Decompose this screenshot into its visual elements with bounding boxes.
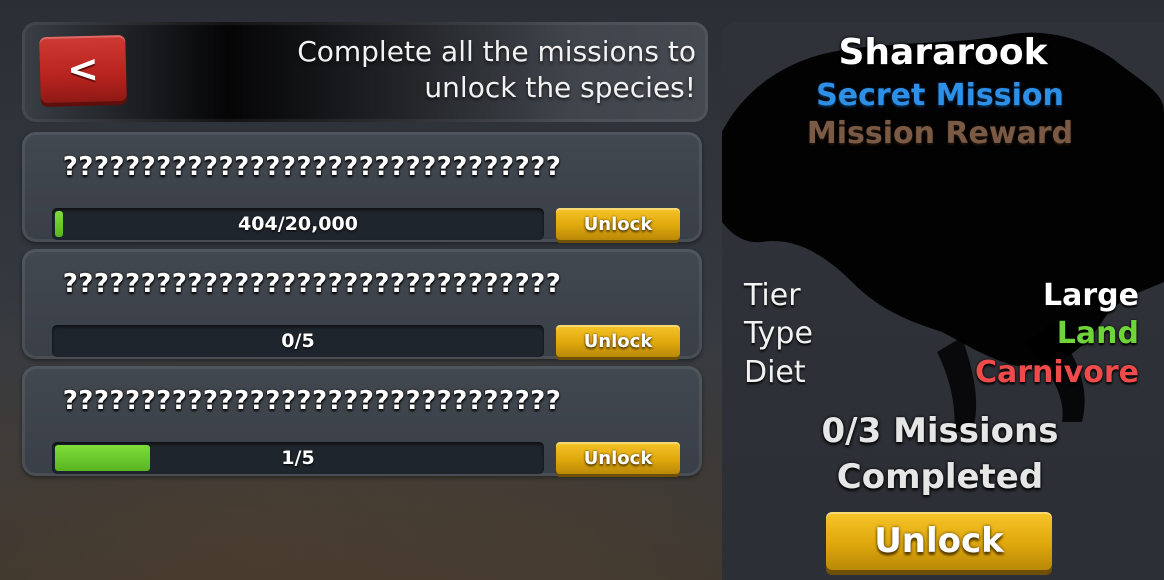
mission-card: ???????????????????????????????? 0/5 Unl… — [22, 249, 702, 359]
stat-value: Land — [1056, 315, 1139, 351]
stat-label: Type — [744, 315, 813, 351]
mission-progress-bar: 404/20,000 — [52, 208, 544, 240]
chevron-left-icon: < — [66, 46, 100, 92]
mission-unlock-button[interactable]: Unlock — [556, 208, 680, 240]
stat-label: Tier — [744, 277, 801, 313]
mission-unlock-button[interactable]: Unlock — [556, 325, 680, 357]
species-panel: Shararook Secret Mission Mission Reward … — [722, 22, 1164, 580]
completed-count: 0/3 Missions — [821, 411, 1059, 451]
mission-title: ???????????????????????????????? — [62, 386, 562, 416]
mission-title: ???????????????????????????????? — [62, 152, 562, 182]
secret-mission-label: Secret Mission — [816, 78, 1064, 113]
species-name: Shararook — [838, 32, 1048, 73]
stat-row-diet: Diet Carnivore — [744, 353, 1139, 391]
stat-label: Diet — [744, 354, 806, 390]
missions-completed-status: 0/3 Missions Completed — [722, 408, 1158, 500]
mission-title: ???????????????????????????????? — [62, 269, 562, 299]
mission-reward-label: Mission Reward — [806, 116, 1074, 151]
mission-progress-bar: 0/5 — [52, 325, 544, 357]
instruction-line-1: Complete all the missions to — [297, 35, 696, 68]
mission-progress-bar: 1/5 — [52, 442, 544, 474]
progress-text: 1/5 — [281, 447, 315, 469]
instruction-text: Complete all the missions to unlock the … — [236, 34, 696, 106]
back-button[interactable]: < — [39, 34, 127, 104]
game-screen: < Complete all the missions to unlock th… — [0, 0, 1164, 580]
mission-card: ???????????????????????????????? 404/20,… — [22, 132, 702, 242]
mission-card: ???????????????????????????????? 1/5 Unl… — [22, 366, 702, 476]
stat-value: Carnivore — [974, 354, 1139, 390]
instruction-line-2: unlock the species! — [424, 71, 696, 104]
progress-text: 0/5 — [281, 330, 315, 352]
stat-row-tier: Tier Large — [744, 276, 1139, 314]
mission-unlock-button[interactable]: Unlock — [556, 442, 680, 474]
unlock-species-button[interactable]: Unlock — [826, 512, 1052, 570]
progress-text: 404/20,000 — [238, 213, 358, 235]
completed-label: Completed — [836, 457, 1044, 497]
mission-header: < Complete all the missions to unlock th… — [22, 22, 708, 122]
stat-row-type: Type Land — [744, 314, 1139, 352]
stat-value: Large — [1043, 277, 1139, 313]
